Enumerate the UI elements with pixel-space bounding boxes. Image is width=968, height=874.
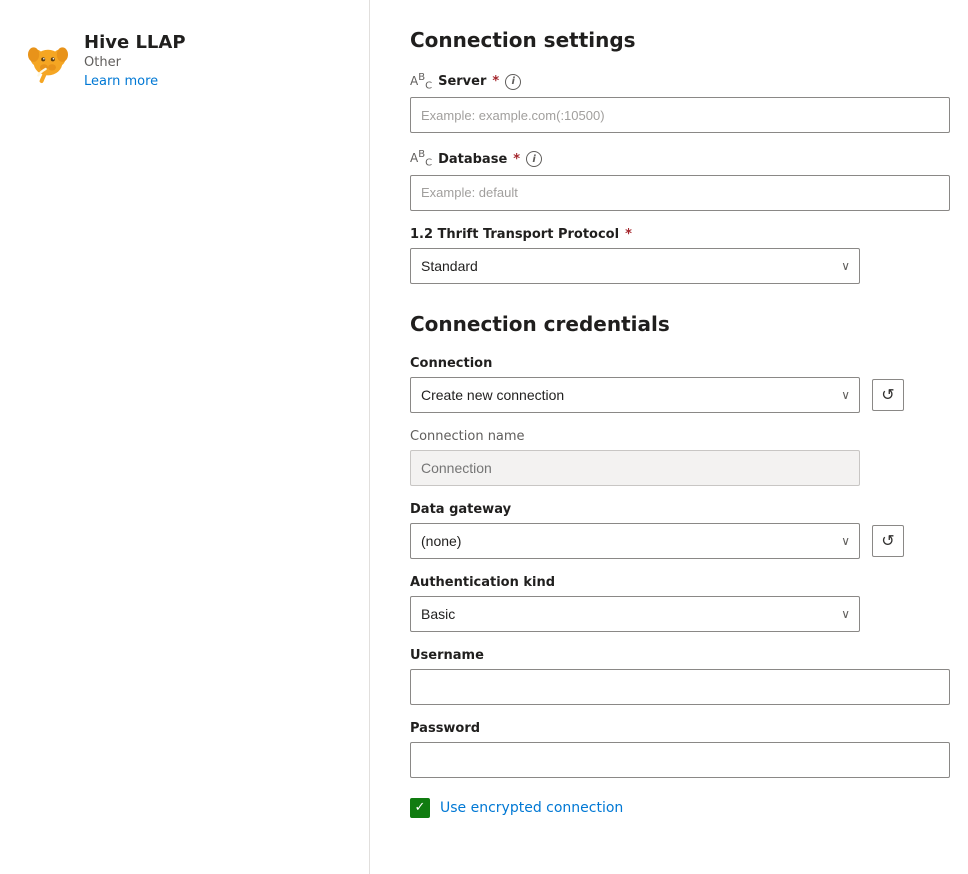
data-gateway-label-text: Data gateway <box>410 502 511 517</box>
password-label-row: Password <box>410 721 928 736</box>
auth-kind-dropdown[interactable]: Basic Windows Anonymous <box>410 596 860 632</box>
data-gateway-dropdown[interactable]: (none) <box>410 523 860 559</box>
username-input[interactable] <box>410 669 950 705</box>
thrift-field-group: 1.2 Thrift Transport Protocol * Standard… <box>410 227 928 284</box>
password-label-text: Password <box>410 721 480 736</box>
thrift-label-text: 1.2 Thrift Transport Protocol <box>410 227 619 242</box>
thrift-required: * <box>625 227 632 242</box>
server-required: * <box>492 74 499 89</box>
thrift-dropdown-container: Standard HTTP Binary ∨ <box>410 248 860 284</box>
data-gateway-refresh-icon: ↺ <box>881 531 894 551</box>
auth-kind-dropdown-container: Basic Windows Anonymous ∨ <box>410 596 860 632</box>
connection-refresh-button[interactable]: ↺ <box>872 379 904 411</box>
database-label-text: Database <box>438 152 507 167</box>
connection-dropdown-container: Create new connection ∨ <box>410 377 860 413</box>
learn-more-link[interactable]: Learn more <box>84 74 158 89</box>
checkmark-icon: ✓ <box>415 800 426 815</box>
hive-llap-icon <box>24 37 72 85</box>
auth-kind-label-text: Authentication kind <box>410 575 555 590</box>
server-label-row: ABC Server * i <box>410 72 928 91</box>
connection-field-group: Connection Create new connection ∨ ↺ <box>410 356 928 413</box>
sidebar-info: Hive LLAP Other Learn more <box>84 32 186 89</box>
connection-label-text: Connection <box>410 356 492 371</box>
connection-name-label: Connection name <box>410 429 928 444</box>
connection-label-row: Connection <box>410 356 928 371</box>
database-label-row: ABC Database * i <box>410 149 928 168</box>
database-required: * <box>513 152 520 167</box>
app-category: Other <box>84 55 186 70</box>
connection-dropdown-wrapper: Create new connection ∨ ↺ <box>410 377 904 413</box>
main-content: Connection settings ABC Server * i ABC D… <box>370 0 968 874</box>
connection-name-field-group: Connection name <box>410 429 928 486</box>
encrypted-checkbox[interactable]: ✓ <box>410 798 430 818</box>
server-field-group: ABC Server * i <box>410 72 928 133</box>
refresh-icon: ↺ <box>881 385 894 405</box>
auth-kind-label-row: Authentication kind <box>410 575 928 590</box>
username-label-text: Username <box>410 648 484 663</box>
server-info-icon[interactable]: i <box>505 74 521 90</box>
username-label-row: Username <box>410 648 928 663</box>
password-field-group: Password <box>410 721 928 778</box>
credentials-section-title: Connection credentials <box>410 312 928 336</box>
thrift-dropdown[interactable]: Standard HTTP Binary <box>410 248 860 284</box>
database-info-icon[interactable]: i <box>526 151 542 167</box>
username-field-group: Username <box>410 648 928 705</box>
connection-credentials-section: Connection credentials Connection Create… <box>410 312 928 818</box>
server-input[interactable] <box>410 97 950 133</box>
data-gateway-dropdown-wrapper: (none) ∨ ↺ <box>410 523 904 559</box>
data-gateway-label-row: Data gateway <box>410 502 928 517</box>
database-abc-icon: ABC <box>410 149 432 168</box>
encrypted-connection-row: ✓ Use encrypted connection <box>410 798 928 818</box>
connection-dropdown[interactable]: Create new connection <box>410 377 860 413</box>
connection-settings-section: Connection settings ABC Server * i ABC D… <box>410 28 928 284</box>
sidebar: Hive LLAP Other Learn more <box>0 0 370 874</box>
password-input[interactable] <box>410 742 950 778</box>
database-input[interactable] <box>410 175 950 211</box>
sidebar-header: Hive LLAP Other Learn more <box>24 32 186 89</box>
auth-kind-field-group: Authentication kind Basic Windows Anonym… <box>410 575 928 632</box>
connection-name-input[interactable] <box>410 450 860 486</box>
connection-settings-title: Connection settings <box>410 28 928 52</box>
app-title: Hive LLAP <box>84 32 186 53</box>
encrypted-label[interactable]: Use encrypted connection <box>440 800 623 816</box>
data-gateway-field-group: Data gateway (none) ∨ ↺ <box>410 502 928 559</box>
data-gateway-refresh-button[interactable]: ↺ <box>872 525 904 557</box>
thrift-label-row: 1.2 Thrift Transport Protocol * <box>410 227 928 242</box>
data-gateway-dropdown-container: (none) ∨ <box>410 523 860 559</box>
server-label-text: Server <box>438 74 486 89</box>
database-field-group: ABC Database * i <box>410 149 928 210</box>
server-abc-icon: ABC <box>410 72 432 91</box>
